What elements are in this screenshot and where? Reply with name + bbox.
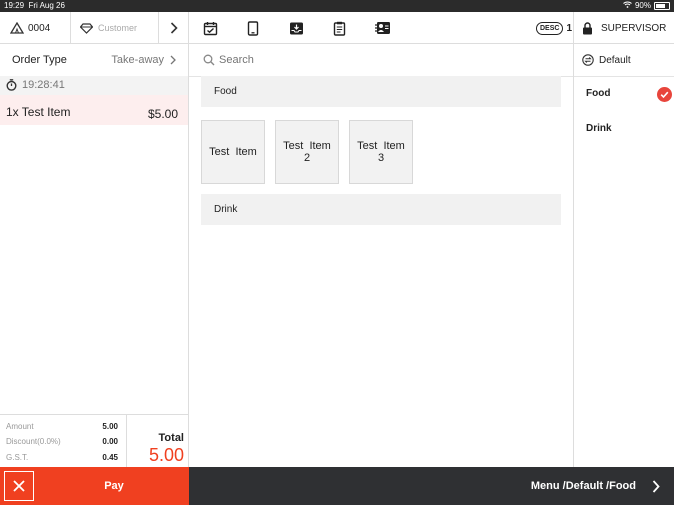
category-header-drink[interactable]: Drink [201, 194, 561, 225]
order-line-item[interactable]: 1x Test Item $5.00 [0, 95, 188, 125]
stopwatch-icon [6, 79, 17, 91]
menu-item-label: Food [586, 88, 611, 99]
swap-icon [582, 54, 594, 66]
desc-sort-button[interactable]: DESC 1 [536, 12, 572, 44]
menu-selector[interactable]: Default [574, 44, 674, 77]
search-bar[interactable] [189, 44, 573, 77]
battery-percent: 90% [634, 1, 651, 10]
desc-count: 1 [566, 22, 573, 34]
expand-panel-button[interactable] [160, 12, 188, 44]
scale-icon [10, 22, 24, 34]
desc-badge: DESC [536, 21, 564, 35]
calendar-check-button[interactable] [200, 12, 220, 44]
chevron-right-icon [170, 55, 176, 65]
user-button[interactable]: SUPERVISOR [582, 12, 670, 44]
tablet-button[interactable] [243, 12, 263, 44]
product-tile[interactable]: Test Item 3 [349, 120, 413, 184]
contact-card-button[interactable] [372, 12, 392, 44]
clipboard-button[interactable] [329, 12, 349, 44]
gst-value: 0.45 [102, 453, 118, 462]
product-name: Test Item 3 [357, 140, 405, 164]
search-input[interactable] [219, 52, 519, 68]
battery-icon [654, 2, 670, 10]
menu-breadcrumb: Menu /Default /Food [530, 480, 636, 492]
top-bar: 0004 Customer DESC 1 SUPERVISOR [0, 12, 674, 44]
tablet-icon [247, 20, 259, 36]
wifi-icon [623, 0, 632, 12]
product-tile[interactable]: Test Item [201, 120, 265, 184]
product-name: Test Item [209, 146, 257, 158]
order-type-value: Take-away [111, 54, 164, 66]
category-name: Food [214, 86, 237, 97]
bottom-bar: Pay Menu /Default /Food [0, 467, 674, 505]
status-bar: 19:29 Fri Aug 26 90% [0, 0, 674, 12]
chevron-right-icon[interactable] [652, 480, 660, 493]
inbox-download-button[interactable] [286, 12, 306, 44]
order-item-price: $5.00 [147, 107, 178, 121]
order-number-button[interactable]: 0004 [10, 12, 70, 44]
lock-icon [582, 21, 593, 35]
menu-item-food[interactable]: Food [586, 87, 672, 106]
order-number: 0004 [28, 22, 51, 34]
customer-placeholder: Customer [98, 23, 138, 33]
status-indicators: 90% [623, 0, 670, 12]
clipboard-icon [333, 21, 346, 36]
order-timestamp-row: 19:28:41 [0, 76, 188, 95]
order-panel: Order Type Take-away 19:28:41 1x Test It… [0, 44, 189, 468]
category-name: Drink [214, 204, 238, 215]
product-name: Test Item 2 [283, 140, 331, 164]
menu-name: Default [599, 55, 631, 66]
diamond-icon [80, 22, 93, 34]
total-label: Total [158, 432, 184, 444]
chevron-right-icon [170, 22, 178, 34]
menu-item-label: Drink [586, 123, 612, 134]
check-circle-icon [657, 87, 672, 102]
total-value: 5.00 [148, 445, 184, 465]
amount-label: Amount [6, 422, 34, 431]
discount-value: 0.00 [102, 437, 118, 446]
totals-panel: Amount 5.00 Discount(0.0%) 0.00 G.S.T. 0… [0, 414, 188, 468]
product-panel: Food Test Item Test Item 2 Test Item 3 D… [189, 44, 573, 467]
contact-card-icon [374, 21, 391, 35]
order-item-name: 1x Test Item [6, 105, 71, 119]
menu-item-drink[interactable]: Drink [586, 123, 672, 141]
customer-button[interactable]: Customer [80, 12, 158, 44]
category-header-food[interactable]: Food [201, 76, 561, 107]
gst-label: G.S.T. [6, 453, 29, 462]
search-icon [203, 54, 215, 66]
user-role: SUPERVISOR [601, 22, 667, 34]
order-timestamp: 19:28:41 [22, 79, 65, 91]
inbox-download-icon [289, 21, 304, 36]
calendar-check-icon [203, 21, 218, 36]
discount-label: Discount(0.0%) [6, 437, 61, 446]
amount-value: 5.00 [102, 422, 118, 431]
menu-panel: Default Food Drink [573, 44, 674, 467]
order-type-row[interactable]: Order Type Take-away [0, 44, 188, 77]
product-tile[interactable]: Test Item 2 [275, 120, 339, 184]
pay-label: Pay [104, 480, 124, 492]
order-type-label: Order Type [12, 54, 67, 66]
pay-button[interactable]: Pay [0, 467, 189, 505]
status-time-date: 19:29 Fri Aug 26 [4, 1, 65, 10]
